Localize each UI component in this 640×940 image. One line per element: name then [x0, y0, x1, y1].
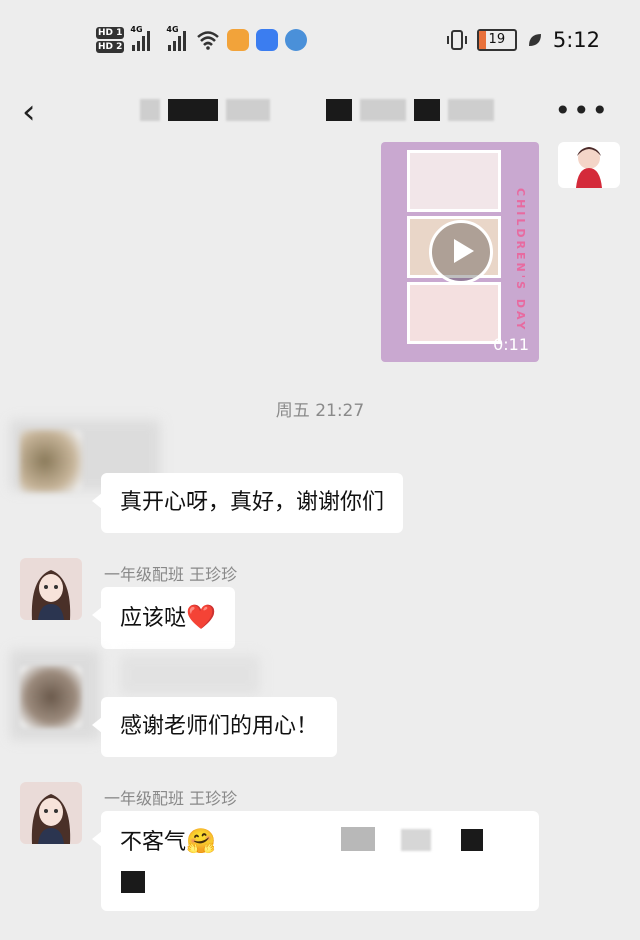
heart-icon: ❤️	[186, 603, 216, 631]
vibrate-icon	[446, 30, 467, 50]
video-thumbnail-frame	[407, 282, 501, 344]
battery-level: 19	[488, 32, 506, 47]
avatar-image-icon	[20, 558, 82, 620]
redacted-text	[401, 829, 431, 851]
video-side-text: CHILDREN'S DAY	[514, 188, 527, 333]
message-bubble[interactable]: 感谢老师们的用心！	[91, 697, 338, 757]
play-icon[interactable]	[429, 220, 493, 284]
video-thumbnail-frame	[407, 150, 501, 212]
avatar-image-icon	[20, 782, 82, 844]
back-button[interactable]: ‹	[22, 92, 36, 132]
status-left: HD 1 HD 2 4G 4G	[96, 20, 308, 60]
message-bubble[interactable]: 真开心呀，真好，谢谢你们	[91, 473, 404, 533]
sender-name: 一年级配班 王珍珍	[104, 565, 238, 584]
battery-icon: 19	[476, 29, 517, 51]
hug-emoji-icon: 🤗	[186, 827, 216, 855]
hd2-badge: HD 2	[96, 41, 125, 53]
sender-avatar-blurred[interactable]	[20, 430, 82, 492]
signal-icon-2: 4G	[166, 25, 187, 51]
chat-timestamp: 周五 21:27	[275, 401, 365, 421]
status-bar: HD 1 HD 2 4G 4G 19 5:12	[0, 0, 640, 82]
message-bubble[interactable]: 不客气🤗	[92, 811, 539, 911]
my-avatar[interactable]	[558, 142, 620, 188]
video-duration: 0:11	[493, 335, 529, 354]
video-message[interactable]: CHILDREN'S DAY 0:11	[381, 142, 539, 362]
message-text: 不客气	[120, 830, 187, 855]
chat-header: ‹ •••	[0, 82, 640, 142]
sender-name: 一年级配班 王珍珍	[104, 789, 238, 808]
avatar-image-icon	[576, 147, 602, 188]
network-type-2: 4G	[166, 25, 179, 34]
sender-avatar[interactable]	[20, 558, 82, 620]
leaf-icon	[528, 34, 541, 46]
redacted-text	[461, 829, 483, 851]
sender-avatar-blurred[interactable]	[20, 666, 82, 728]
network-type-1: 4G	[130, 25, 143, 34]
sender-avatar[interactable]	[20, 782, 82, 844]
message-bubble[interactable]: 应该哒❤️	[92, 587, 235, 649]
hd-indicator: HD 1 HD 2	[96, 27, 125, 53]
more-options-button[interactable]: •••	[554, 94, 610, 127]
hd1-badge: HD 1	[96, 27, 125, 39]
status-right: 19 5:12	[446, 28, 600, 52]
message-text: 应该哒	[120, 606, 187, 631]
app-notification-icon	[256, 29, 279, 51]
message-text: 真开心呀，真好，谢谢你们	[120, 490, 385, 515]
redacted-text	[121, 871, 145, 893]
clock: 5:12	[552, 28, 600, 52]
blurred-region	[120, 655, 260, 695]
browser-notification-icon	[285, 29, 308, 51]
redacted-text	[341, 827, 375, 851]
wifi-icon	[197, 31, 220, 50]
message-text: 感谢老师们的用心！	[120, 714, 319, 739]
chat-title-redacted	[140, 92, 500, 128]
signal-icon-1: 4G	[130, 25, 151, 51]
app-notification-icon	[227, 29, 250, 51]
